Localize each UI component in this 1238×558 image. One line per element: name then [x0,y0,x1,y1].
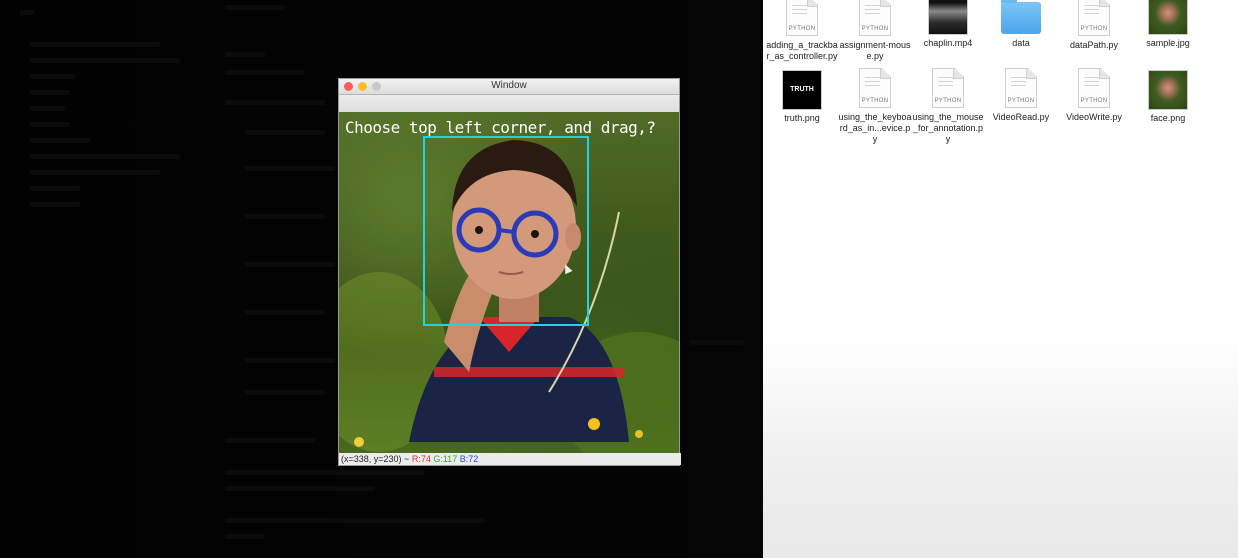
file-name: sample.jpg [1146,38,1190,48]
image-canvas[interactable]: Choose top left corner, and drag,? [339,112,679,454]
python-file-icon: PYTHON [786,0,818,36]
file-name: truth.png [784,113,820,123]
selection-rectangle[interactable] [423,136,589,326]
file-name: adding_a_trackbar_as_controller.py [766,40,838,61]
window-toolbar [339,95,679,113]
python-file-icon: PYTHON [859,0,891,36]
file-name: VideoRead.py [992,112,1050,122]
file-item[interactable]: PYTHON assignment-mouse.py [838,0,912,62]
window-titlebar[interactable]: Window [339,79,679,95]
file-name: assignment-mouse.py [839,40,911,61]
instruction-overlay-text: Choose top left corner, and drag,? [345,118,656,137]
file-item[interactable]: PYTHON using_the_keyboard_as_in...evice.… [838,68,912,145]
file-item[interactable]: PYTHON VideoWrite.py [1057,68,1131,123]
truth-image-icon: TRUTH [783,71,821,109]
image-thumbnail-icon [1149,71,1187,109]
file-name: data [1012,38,1030,48]
file-item[interactable]: face.png [1131,71,1205,124]
file-item[interactable]: sample.jpg [1131,0,1205,49]
file-item[interactable]: data [984,0,1058,49]
file-name: face.png [1150,113,1186,123]
green-value: G:117 [433,454,458,464]
file-name: using_the_mouse_for_annotation.py [912,112,984,144]
file-name: using_the_keyboard_as_in...evice.py [838,112,912,144]
cursor-coordinates: (x=338, y=230) ~ [341,454,410,464]
status-bar: (x=338, y=230) ~ R:74 G:117 B:72 [339,453,681,465]
folder-icon [1001,0,1041,34]
python-file-icon: PYTHON [859,68,891,108]
file-name: dataPath.py [1069,40,1119,50]
file-name: VideoWrite.py [1066,112,1122,122]
video-thumbnail-icon [929,0,967,34]
finder-pane: PYTHON adding_a_trackbar_as_controller.p… [763,0,1238,558]
file-item[interactable]: PYTHON adding_a_trackbar_as_controller.p… [765,0,839,62]
blue-value: B:72 [459,454,479,464]
opencv-window[interactable]: Window Choose top left corner, and drag,… [338,78,681,466]
file-name: chaplin.mp4 [923,38,973,48]
file-item[interactable]: PYTHON VideoRead.py [984,68,1058,123]
file-item[interactable]: TRUTH truth.png [765,71,839,124]
python-file-icon: PYTHON [1078,0,1110,36]
python-file-icon: PYTHON [1078,68,1110,108]
window-title: Window [491,80,527,91]
file-item[interactable]: PYTHON using_the_mouse_for_annotation.py [911,68,985,145]
file-item[interactable]: PYTHON dataPath.py [1057,0,1131,51]
python-file-icon: PYTHON [932,68,964,108]
file-item[interactable]: chaplin.mp4 [911,0,985,49]
image-thumbnail-icon [1149,0,1187,34]
python-file-icon: PYTHON [1005,68,1037,108]
red-value: R:74 [411,454,431,464]
